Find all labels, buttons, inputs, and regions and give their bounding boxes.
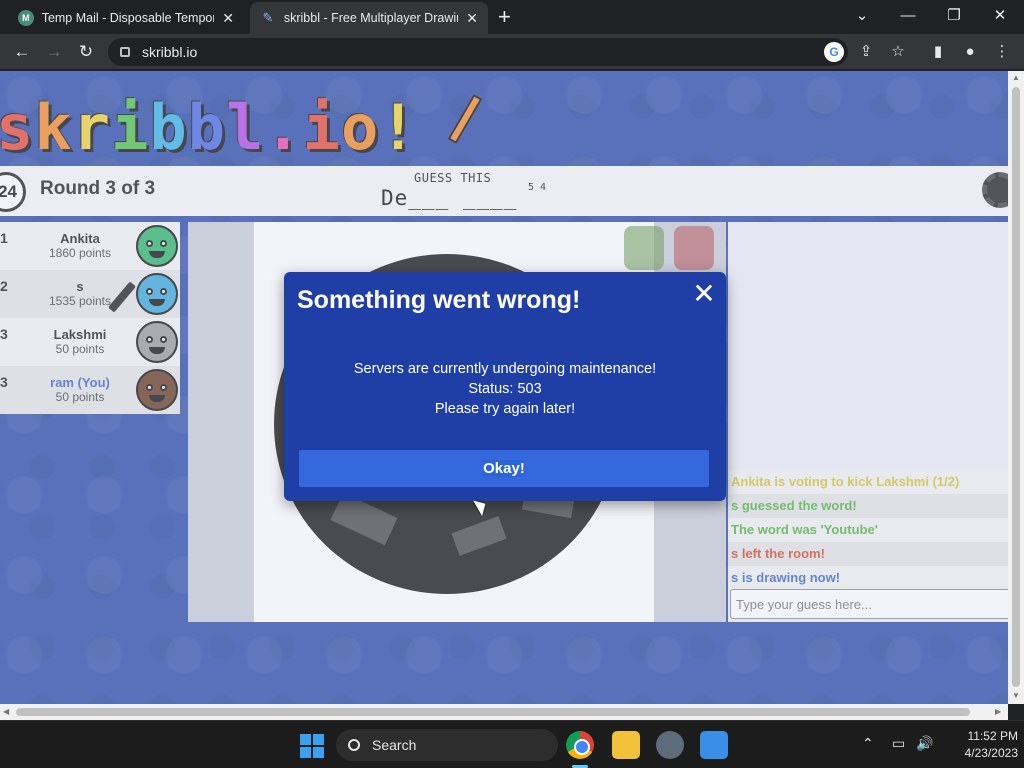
error-modal: Something went wrong! ✕ Servers are curr… (284, 272, 726, 501)
minimize-button[interactable]: — (886, 4, 930, 28)
address-bar[interactable]: skribbl.io (108, 38, 848, 66)
url-text: skribbl.io (142, 44, 198, 60)
taskbar-search[interactable]: Search (336, 729, 558, 761)
windows-taskbar: Search ⌃ ▭ 🔊 11:52 PM 4/23/2023 (0, 720, 1024, 768)
browser-toolbar: ← → ↻ skribbl.io G ⇪ ☆ ▮ ● ⋮ (0, 34, 1024, 70)
close-tab-icon[interactable]: ✕ (466, 10, 478, 27)
menu-icon[interactable]: ⋮ (992, 42, 1012, 62)
clock-time[interactable]: 11:52 PM (940, 729, 1018, 743)
profile-icon[interactable]: ● (960, 42, 980, 62)
okay-button[interactable]: Okay! (299, 450, 709, 487)
okay-button-label: Okay! (483, 460, 525, 477)
new-tab-button[interactable]: + (498, 6, 511, 28)
close-window-button[interactable]: ✕ (978, 4, 1022, 28)
page-viewport: skribbl.io! 24 Round 3 of 3 GUESS THIS D… (0, 71, 1008, 704)
tab-search-icon[interactable]: ⌄ (840, 4, 884, 28)
search-icon (348, 739, 360, 751)
lock-icon (120, 47, 130, 57)
back-button[interactable]: ← (10, 40, 34, 64)
volume-icon[interactable]: 🔊 (916, 735, 933, 752)
chevron-up-icon[interactable]: ⌃ (862, 735, 874, 752)
clock-date[interactable]: 4/23/2023 (940, 746, 1018, 760)
modal-status: Status: 503 (468, 381, 542, 397)
share-icon[interactable]: ⇪ (856, 42, 876, 62)
tab-title: Temp Mail - Disposable Temporary (41, 11, 215, 25)
modal-title: Something went wrong! (297, 286, 581, 314)
restore-button[interactable]: ❐ (932, 4, 976, 28)
close-icon[interactable]: ✕ (690, 280, 718, 308)
modal-message: Servers are currently undergoing mainten… (353, 361, 657, 377)
settings-app-icon[interactable] (656, 731, 684, 759)
vertical-scrollbar[interactable]: ▲ ▼ (1008, 71, 1024, 704)
search-label: Search (372, 737, 417, 753)
windows-start-icon[interactable] (300, 734, 324, 758)
horizontal-scrollbar[interactable]: ◀ ▶ (0, 704, 1008, 720)
google-icon[interactable]: G (824, 42, 844, 62)
forward-button[interactable]: → (42, 40, 66, 64)
side-panel-icon[interactable]: ▮ (928, 42, 948, 62)
reload-button[interactable]: ↻ (74, 40, 98, 64)
network-icon[interactable]: ▭ (892, 735, 905, 752)
modal-message: Please try again later! (434, 401, 576, 417)
browser-tab-strip: M Temp Mail - Disposable Temporary ✕ ✎ s… (0, 0, 1024, 34)
tab-temp-mail[interactable]: M Temp Mail - Disposable Temporary ✕ (8, 2, 244, 34)
skribbl-icon: ✎ (262, 10, 274, 25)
close-tab-icon[interactable]: ✕ (222, 10, 234, 27)
bookmark-star-icon[interactable]: ☆ (888, 42, 908, 62)
tempmail-icon: M (18, 10, 34, 26)
tab-title: skribbl - Free Multiplayer Drawing (283, 11, 459, 25)
tab-skribbl[interactable]: ✎ skribbl - Free Multiplayer Drawing ✕ (250, 2, 488, 34)
file-explorer-icon[interactable] (612, 731, 640, 759)
chrome-app-icon[interactable] (566, 731, 594, 759)
microsoft-store-icon[interactable] (700, 731, 728, 759)
